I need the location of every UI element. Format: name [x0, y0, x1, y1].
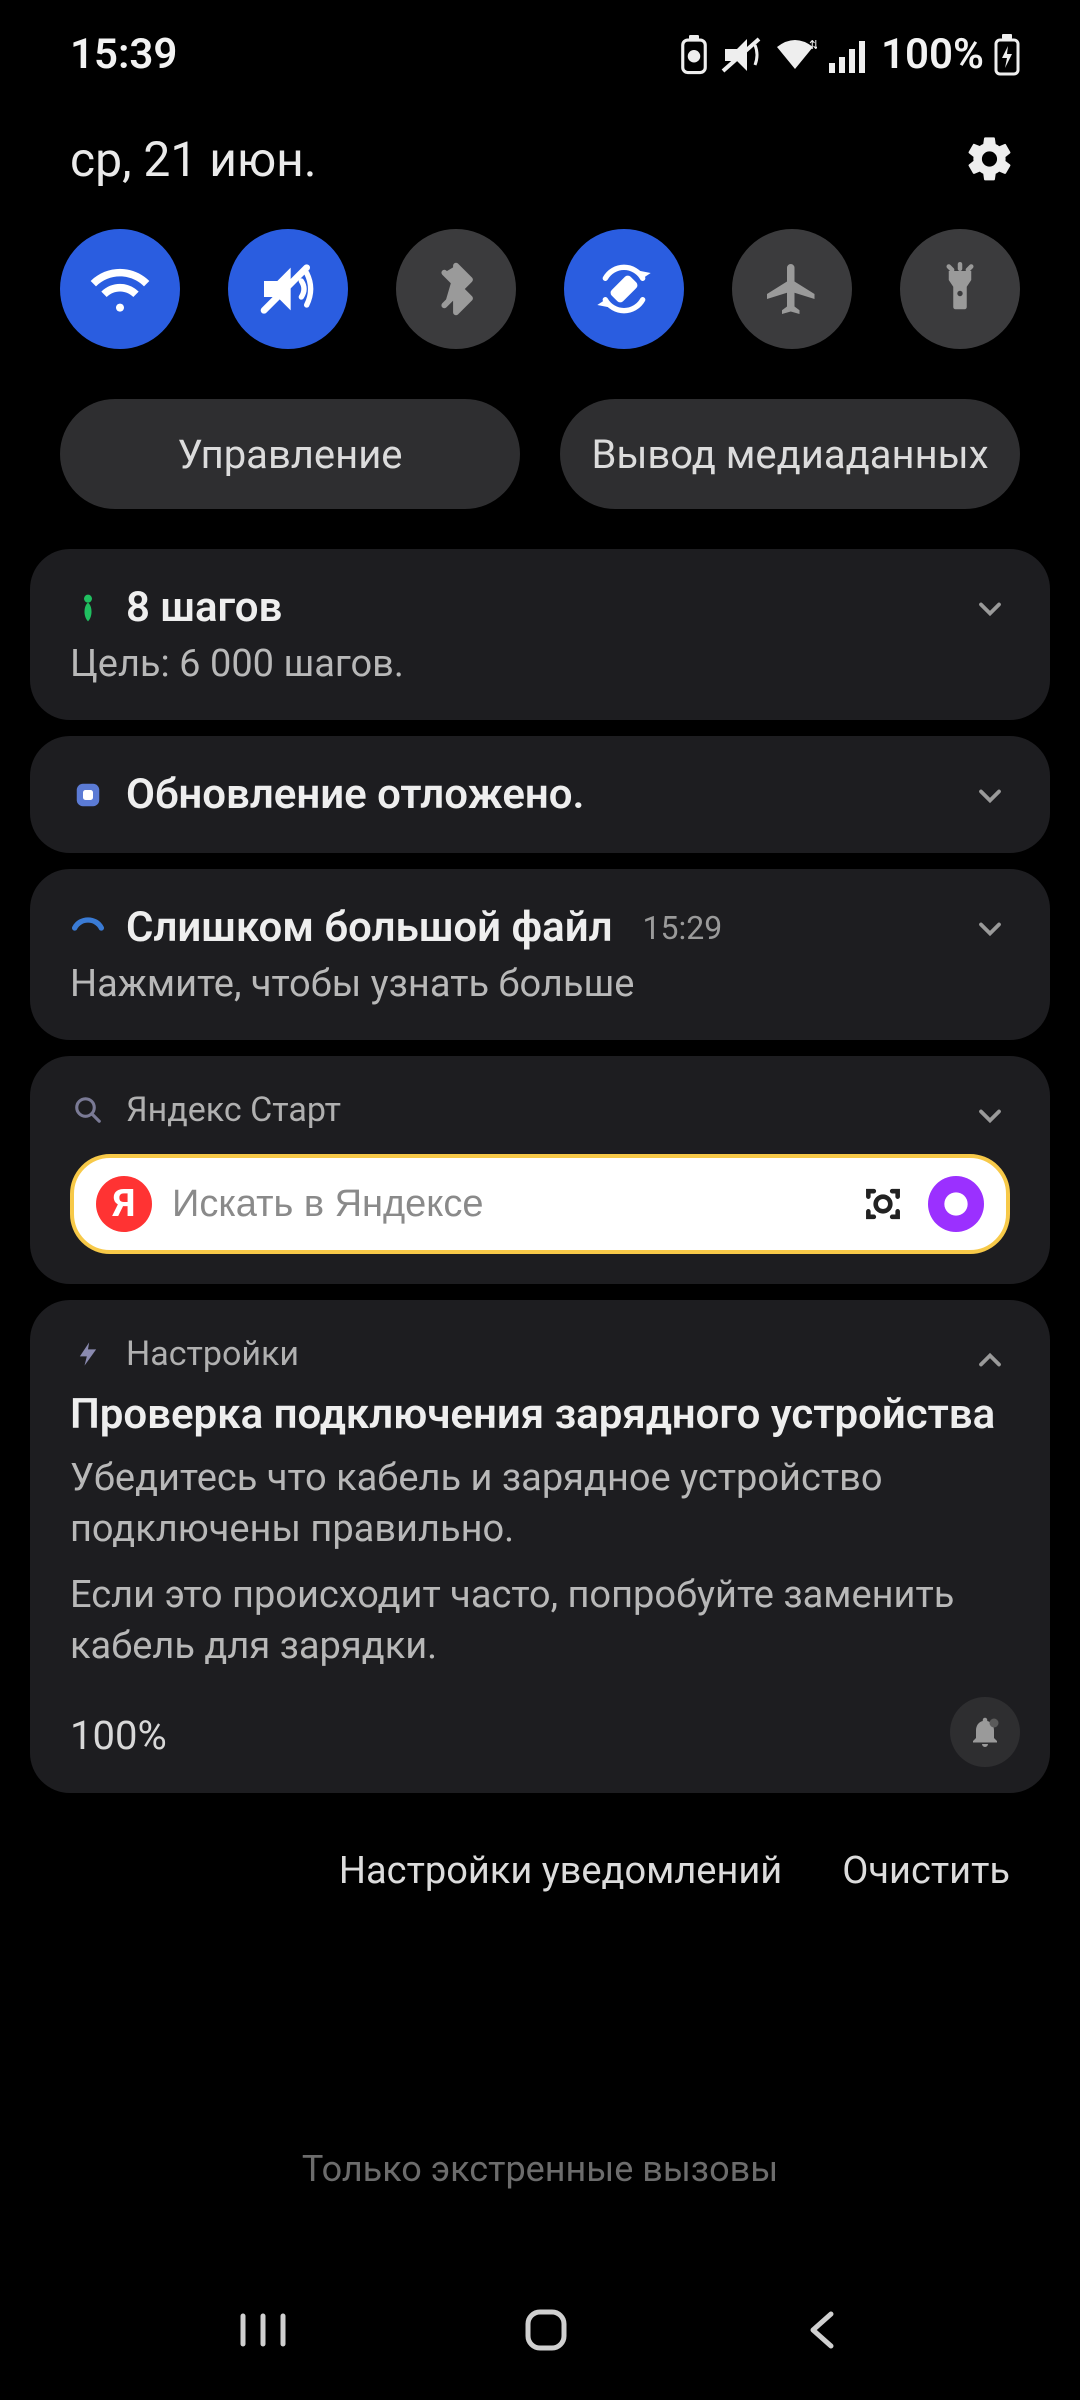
chevron-up-icon [972, 1342, 1008, 1378]
device-control-button[interactable]: Управление [60, 399, 520, 509]
notification-subtitle: Цель: 6 000 шагов. [70, 642, 1010, 686]
yandex-lens-button[interactable] [858, 1179, 908, 1229]
notification-app-name: Яндекс Старт [126, 1090, 341, 1130]
mute-vibrate-icon [256, 257, 320, 321]
toggle-flashlight[interactable] [900, 229, 1020, 349]
notification-title: Слишком большой файл [126, 903, 613, 952]
notification-settings-link[interactable]: Настройки уведомлений [339, 1849, 782, 1893]
expand-button[interactable] [970, 909, 1010, 949]
back-icon [799, 2306, 847, 2354]
status-time: 15:39 [70, 30, 177, 79]
yandex-logo-icon: Я [96, 1176, 152, 1232]
media-output-label: Вывод медиаданных [591, 431, 988, 478]
home-icon [520, 2304, 572, 2356]
expand-button[interactable] [970, 1096, 1010, 1136]
notification-app-name: Настройки [126, 1334, 299, 1374]
chevron-down-icon [972, 1098, 1008, 1134]
notification-time: 15:29 [643, 909, 723, 947]
control-pills: Управление Вывод медиаданных [0, 369, 1080, 549]
toggle-wifi[interactable] [60, 229, 180, 349]
footer-actions: Настройки уведомлений Очистить [0, 1809, 1080, 1893]
notification-percent: 100% [70, 1712, 1010, 1759]
clear-all-button[interactable]: Очистить [842, 1849, 1010, 1893]
wifi-icon [88, 257, 152, 321]
yandex-search-input[interactable] [172, 1183, 838, 1226]
emergency-calls-text: Только экстренные вызовы [0, 2148, 1080, 2190]
airplane-icon [762, 259, 822, 319]
notification-title: Обновление отложено. [126, 770, 585, 819]
notification-sendanywhere[interactable]: Слишком большой файл 15:29 Нажмите, чтоб… [30, 869, 1050, 1040]
nav-recents[interactable] [233, 2306, 293, 2358]
chevron-down-icon [972, 591, 1008, 627]
notification-settings-charging[interactable]: Настройки Проверка подключения зарядного… [30, 1300, 1050, 1793]
quick-toggles [0, 199, 1080, 369]
notification-list: 8 шагов Цель: 6 000 шагов. Обновление от… [0, 549, 1080, 1793]
notification-body-text-2: Если это происходит часто, попробуйте за… [70, 1570, 1010, 1673]
notification-body-title: Проверка подключения зарядного устройств… [70, 1390, 1010, 1439]
wifi-status-icon: ⇅ [773, 35, 817, 75]
nav-back[interactable] [799, 2306, 847, 2358]
health-icon [70, 590, 106, 626]
notification-yandex[interactable]: Яндекс Старт Я [30, 1056, 1050, 1284]
signal-status-icon [827, 35, 867, 75]
toggle-mute[interactable] [228, 229, 348, 349]
status-bar: 15:39 ⇅ 100% [0, 0, 1080, 99]
battery-charging-icon [994, 34, 1020, 76]
notification-settings-bell[interactable] [950, 1697, 1020, 1767]
yandex-search-bar[interactable]: Я [70, 1154, 1010, 1254]
recents-icon [233, 2306, 293, 2354]
notification-health[interactable]: 8 шагов Цель: 6 000 шагов. [30, 549, 1050, 720]
expand-button[interactable] [970, 589, 1010, 629]
date-text[interactable]: ср, 21 июн. [70, 131, 317, 188]
battery-saver-icon [679, 35, 709, 75]
nav-bar [0, 2304, 1080, 2360]
flashlight-icon [933, 262, 987, 316]
status-icons: ⇅ 100% [679, 30, 1020, 79]
toggle-airplane[interactable] [732, 229, 852, 349]
header-row: ср, 21 июн. [0, 99, 1080, 199]
gear-icon [964, 133, 1016, 185]
chevron-down-icon [972, 778, 1008, 814]
notification-body-text-1: Убедитесь что кабель и зарядное устройст… [70, 1453, 1010, 1556]
settings-button[interactable] [960, 129, 1020, 189]
store-icon [70, 777, 106, 813]
yandex-alice-button[interactable] [928, 1176, 984, 1232]
collapse-button[interactable] [970, 1340, 1010, 1380]
lens-icon [861, 1182, 905, 1226]
nav-home[interactable] [520, 2304, 572, 2360]
device-control-label: Управление [177, 431, 402, 478]
notification-title: 8 шагов [126, 583, 282, 632]
chevron-down-icon [972, 911, 1008, 947]
notification-update[interactable]: Обновление отложено. [30, 736, 1050, 853]
send-icon [70, 910, 106, 946]
bolt-icon [70, 1336, 106, 1372]
notification-subtitle: Нажмите, чтобы узнать больше [70, 962, 1010, 1006]
toggle-bluetooth[interactable] [396, 229, 516, 349]
svg-text:⇅: ⇅ [809, 38, 817, 52]
rotate-icon [592, 257, 656, 321]
bell-icon [967, 1714, 1003, 1750]
expand-button[interactable] [970, 776, 1010, 816]
alice-icon [942, 1190, 970, 1218]
media-output-button[interactable]: Вывод медиаданных [560, 399, 1020, 509]
toggle-autorotate[interactable] [564, 229, 684, 349]
search-icon [70, 1092, 106, 1128]
battery-percent-text: 100% [881, 30, 984, 79]
vibrate-off-icon [719, 35, 763, 75]
bluetooth-icon [428, 261, 484, 317]
